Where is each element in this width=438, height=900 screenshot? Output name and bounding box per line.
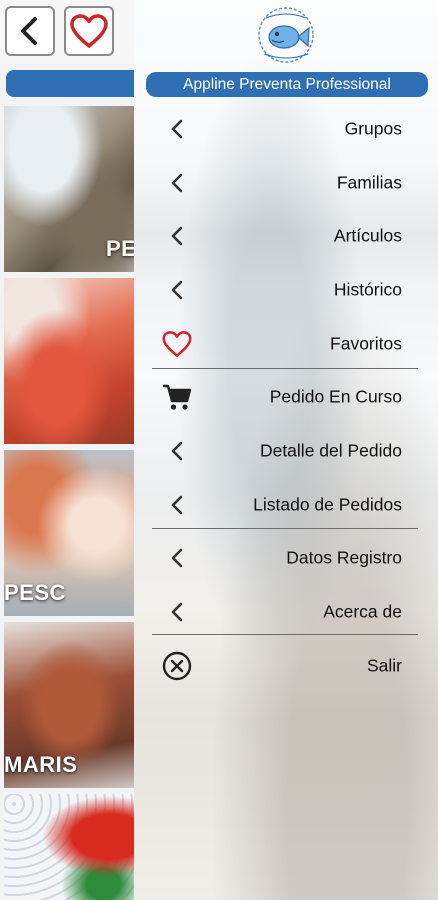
menu-divider [152, 368, 418, 369]
title-bar [6, 70, 146, 97]
category-tile[interactable]: PE [4, 106, 136, 272]
menu-item-label: Salir [366, 655, 402, 676]
company-logo [258, 7, 314, 63]
cart-icon [160, 380, 194, 414]
menu-divider [152, 634, 418, 635]
menu-item-label: Familias [336, 172, 402, 193]
menu-item-label: Grupos [344, 118, 402, 139]
menu-item-label: Listado de Pedidos [253, 494, 402, 515]
drawer-menu: Grupos Familias Artículos Histórico Favo… [134, 102, 438, 693]
menu-item-label: Favoritos [330, 333, 402, 354]
app-title-bar: Appline Preventa Professional [146, 72, 428, 97]
menu-item-listado-de-pedidos[interactable]: Listado de Pedidos [134, 478, 438, 532]
menu-item-label: Pedido En Curso [269, 386, 402, 407]
menu-item-familias[interactable]: Familias [134, 156, 438, 210]
menu-item-acerca-de[interactable]: Acerca de [134, 585, 438, 639]
menu-item-label: Detalle del Pedido [259, 440, 402, 461]
category-label: PESC [4, 580, 66, 605]
menu-item-grupos[interactable]: Grupos [134, 102, 438, 156]
app-title: Appline Preventa Professional [183, 75, 391, 93]
menu-divider [152, 528, 418, 529]
heart-icon [70, 14, 108, 48]
category-tile[interactable]: MARIS [4, 622, 136, 788]
heart-icon [160, 327, 194, 361]
chevron-left-icon [160, 112, 194, 146]
menu-item-label: Histórico [333, 279, 402, 300]
menu-item-detalle-del-pedido[interactable]: Detalle del Pedido [134, 424, 438, 478]
chevron-left-icon [160, 166, 194, 200]
menu-item-datos-registro[interactable]: Datos Registro [134, 532, 438, 586]
menu-item-articulos[interactable]: Artículos [134, 209, 438, 263]
navigation-drawer: Appline Preventa Professional Grupos Fam… [134, 0, 438, 900]
category-tile[interactable] [4, 278, 136, 444]
chevron-left-icon [160, 219, 194, 253]
category-label: MARIS [4, 752, 78, 777]
menu-item-label: Datos Registro [286, 547, 402, 568]
menu-item-pedido-en-curso[interactable]: Pedido En Curso [134, 370, 438, 424]
menu-item-label: Artículos [333, 225, 402, 246]
category-label: PE [106, 236, 136, 261]
category-tile[interactable] [4, 794, 136, 900]
chevron-left-icon [160, 541, 194, 575]
chevron-left-icon [160, 488, 194, 522]
menu-item-historico[interactable]: Histórico [134, 263, 438, 317]
chevron-left-icon [21, 17, 37, 45]
menu-item-salir[interactable]: Salir [134, 639, 438, 693]
menu-item-label: Acerca de [323, 601, 402, 622]
menu-item-favoritos[interactable]: Favoritos [134, 317, 438, 371]
chevron-left-icon [160, 273, 194, 307]
back-button[interactable] [5, 6, 55, 56]
favorites-button[interactable] [64, 6, 114, 56]
close-circle-icon [160, 649, 194, 683]
category-tile[interactable]: PESC [4, 450, 136, 616]
chevron-left-icon [160, 434, 194, 468]
chevron-left-icon [160, 595, 194, 629]
